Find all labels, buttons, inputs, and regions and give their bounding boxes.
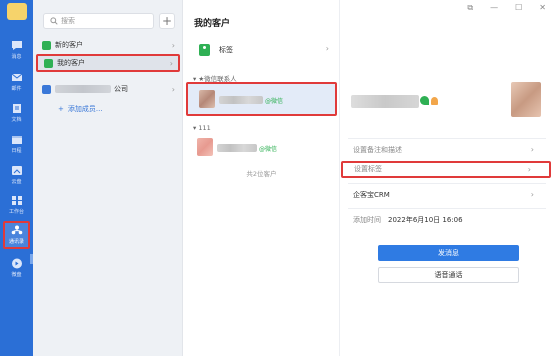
customer-name-blurred <box>219 96 263 104</box>
page-title: 我的客户 <box>194 19 231 29</box>
nav-workbench[interactable]: 工作台 <box>0 195 33 223</box>
nav-mail[interactable]: 邮件 <box>0 72 33 100</box>
calendar-icon <box>11 136 22 144</box>
customer-name-blurred <box>217 144 257 152</box>
pin-window-icon[interactable]: ⧉ <box>467 3 473 13</box>
tag-filter-row[interactable]: 标签 <box>183 36 340 63</box>
search-input[interactable]: 搜索 <box>43 13 154 29</box>
chevron-right-icon: › <box>530 145 534 154</box>
wechat-tag: @微信 <box>265 98 284 105</box>
new-customer-icon <box>42 40 51 50</box>
customer-name-blurred <box>351 95 419 108</box>
chevron-right-icon: › <box>325 44 329 53</box>
divider <box>348 138 546 139</box>
voice-call-button[interactable]: 语音通话 <box>378 267 519 283</box>
wechat-customer-icon <box>44 58 53 68</box>
tag-icon <box>199 43 210 56</box>
micro-drive-icon <box>11 258 22 269</box>
search-icon <box>50 17 58 25</box>
mail-icon <box>11 73 22 81</box>
nav-label: 通讯录 <box>8 239 24 245</box>
row-label: 企客宝CRM <box>353 191 390 199</box>
category-label: 新的客户 <box>55 41 83 49</box>
customer-row[interactable]: @微信 <box>186 134 337 160</box>
nav-micro-drive[interactable]: 微盘 <box>0 258 33 286</box>
added-time-row: 添加时间 2022年6月10日 16:06 <box>340 215 554 229</box>
nav-label: 日程 <box>11 148 22 154</box>
maximize-icon[interactable]: ☐ <box>515 3 522 13</box>
nav-contacts[interactable]: 通讯录 <box>0 225 33 253</box>
section-header-group[interactable]: ▾ 111 <box>193 124 211 132</box>
divider <box>348 208 546 209</box>
wechat-tag: @微信 <box>259 146 278 153</box>
nav-label: 消息 <box>11 54 22 60</box>
workbench-grid-icon <box>11 196 22 205</box>
search-placeholder: 搜索 <box>61 17 75 25</box>
chat-bubble-icon <box>11 41 22 50</box>
nav-label: 文档 <box>11 117 22 123</box>
set-remark-row[interactable]: 设置备注和描述 › <box>340 145 554 159</box>
customer-row-selected[interactable]: @微信 <box>186 82 337 116</box>
row-label: 设置备注和描述 <box>353 146 402 154</box>
chevron-right-icon: › <box>171 40 175 50</box>
customer-count: 共2位客户 <box>246 170 277 178</box>
added-time-label: 添加时间 <box>353 216 381 224</box>
app-sidebar: 消息 邮件 文档 日程 云盘 工作台 通讯录 微盘 <box>0 0 33 356</box>
cloud-drive-icon <box>11 166 22 175</box>
user-avatar[interactable] <box>7 3 27 20</box>
chevron-right-icon: › <box>171 84 175 94</box>
person-gender-icon <box>431 97 438 105</box>
nav-docs[interactable]: 文档 <box>0 103 33 131</box>
company-name-blurred <box>55 85 111 93</box>
chevron-right-icon: › <box>169 58 173 68</box>
customer-detail-panel: ⧉ — ☐ ✕ 设置备注和描述 › 设置标签 › 企客宝CRM › 添加时间 20… <box>340 0 554 356</box>
category-company[interactable]: 公司 › <box>36 80 180 98</box>
tag-label: 标签 <box>219 45 233 54</box>
nav-label: 工作台 <box>8 209 24 215</box>
nav-label: 邮件 <box>11 86 22 92</box>
minimize-icon[interactable]: — <box>490 3 498 13</box>
nav-calendar[interactable]: 日程 <box>0 134 33 162</box>
set-tags-row[interactable]: 设置标签 › <box>341 161 551 178</box>
send-message-button[interactable]: 发消息 <box>378 245 519 261</box>
document-icon <box>12 104 21 113</box>
category-label: 我的客户 <box>57 59 85 67</box>
customer-avatar <box>197 138 213 156</box>
nav-label: 微盘 <box>11 272 22 278</box>
nav-cloud-drive[interactable]: 云盘 <box>0 165 33 193</box>
contacts-category-panel: 搜索 + 新的客户 › 我的客户 › 公司 › + 添加成员... <box>33 0 183 356</box>
crm-row[interactable]: 企客宝CRM › <box>340 190 554 204</box>
divider <box>348 183 546 184</box>
plus-icon: + <box>58 105 64 113</box>
nav-label: 云盘 <box>11 179 22 185</box>
add-button[interactable]: + <box>159 13 175 29</box>
chevron-right-icon: › <box>530 190 534 199</box>
close-icon[interactable]: ✕ <box>539 3 546 13</box>
wechat-badge-icon <box>420 96 429 105</box>
chevron-right-icon: › <box>527 165 531 174</box>
added-time-value: 2022年6月10日 16:06 <box>388 216 463 224</box>
company-icon <box>42 84 51 94</box>
section-label: 111 <box>198 124 211 132</box>
window-controls: ⧉ — ☐ ✕ <box>467 3 546 13</box>
customer-avatar <box>199 90 215 108</box>
nav-messages[interactable]: 消息 <box>0 40 33 68</box>
customer-avatar-large[interactable] <box>511 82 541 117</box>
add-member-label: 添加成员... <box>67 105 103 113</box>
add-member-link[interactable]: + 添加成员... <box>58 104 103 114</box>
customer-list-panel: 我的客户 标签 › ▾ ★微信联系人 @微信 ▾ 111 @微信 共2位客户 <box>183 0 340 356</box>
category-new-customers[interactable]: 新的客户 › <box>36 36 180 54</box>
row-label: 设置标签 <box>354 165 382 173</box>
category-label: 公司 <box>114 85 128 93</box>
category-my-customers[interactable]: 我的客户 › <box>36 54 180 72</box>
contacts-icon <box>11 225 22 235</box>
